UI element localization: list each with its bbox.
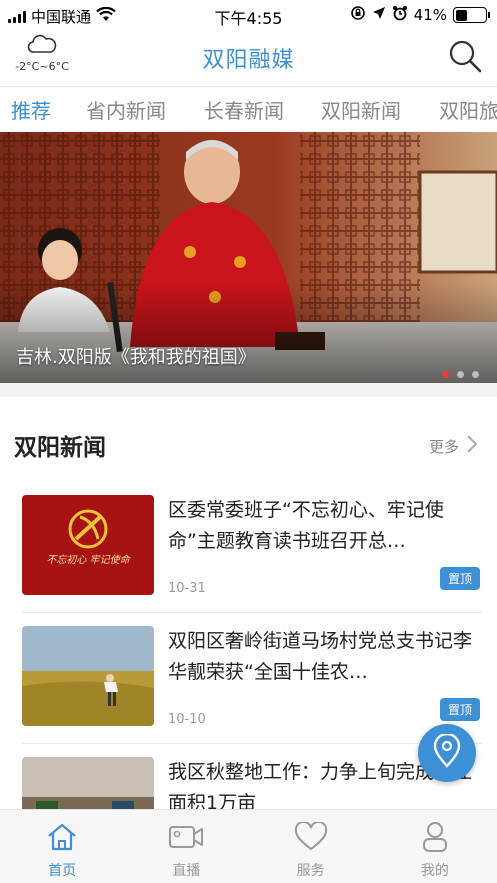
news-title: 双阳区奢岭街道马场村党总支书记李华靓荣获“全国十佳农… — [168, 630, 473, 683]
tab-recommended[interactable]: 推荐 — [11, 95, 51, 124]
news-item[interactable]: 不忘初心 牢记使命 区委常委班子“不忘初心、牢记使命”主题教育读书班召开总… 1… — [22, 495, 482, 613]
tab-shuangyang-travel[interactable]: 双阳旅 — [439, 95, 497, 124]
nav-label: 首页 — [48, 863, 77, 879]
divider — [22, 612, 482, 613]
news-title: 区委常委班子“不忘初心、牢记使命”主题教育读书班召开总… — [168, 499, 444, 552]
search-icon — [447, 40, 483, 78]
carousel-dots — [442, 371, 479, 378]
nav-profile[interactable]: 我的 — [373, 810, 497, 883]
pinned-badge: 置顶 — [439, 567, 480, 590]
battery-level — [455, 9, 468, 21]
battery-icon — [453, 7, 490, 23]
pinned-badge: 置顶 — [439, 698, 480, 721]
heart-icon — [249, 820, 373, 854]
divider — [22, 743, 482, 744]
tab-province-news[interactable]: 省内新闻 — [86, 95, 166, 124]
nav-label: 直播 — [172, 863, 201, 879]
app-title: 双阳融媒 — [202, 48, 295, 73]
news-date: 10-31 — [168, 581, 206, 596]
battery-percent: 41% — [413, 6, 447, 24]
news-thumbnail: 不忘初心 牢记使命 — [22, 495, 154, 595]
search-button[interactable] — [447, 38, 483, 74]
more-label: 更多 — [428, 437, 459, 456]
carousel-dot[interactable] — [457, 371, 464, 378]
location-pin-icon — [432, 732, 462, 772]
location-arrow-icon — [372, 6, 386, 24]
carousel-dot[interactable] — [472, 371, 479, 378]
thumbnail-slogan: 不忘初心 牢记使命 — [46, 555, 130, 566]
nav-home[interactable]: 首页 — [0, 810, 124, 883]
carousel-dot[interactable] — [442, 371, 449, 378]
tab-changchun-news[interactable]: 长春新闻 — [204, 95, 284, 124]
nav-label: 服务 — [296, 863, 325, 879]
banner-caption: 吉林.双阳版《我和我的祖国》 — [16, 347, 256, 368]
category-tabs: 推荐 省内新闻 长春新闻 双阳新闻 双阳旅 — [0, 86, 497, 132]
video-camera-icon — [124, 820, 248, 854]
status-bar: 中国联通 下午4:55 41% — [0, 0, 497, 30]
more-link[interactable]: 更多 — [428, 435, 478, 457]
section-title: 双阳新闻 — [14, 435, 106, 461]
alarm-icon — [392, 5, 408, 25]
nav-service[interactable]: 服务 — [249, 810, 373, 883]
rotation-lock-icon — [350, 5, 366, 25]
home-icon — [0, 820, 124, 854]
section-divider — [0, 383, 497, 397]
bottom-nav: 首页 直播 服务 我的 — [0, 809, 497, 883]
news-date: 10-10 — [168, 712, 206, 727]
location-button[interactable] — [418, 724, 476, 782]
user-icon — [373, 820, 497, 854]
nav-label: 我的 — [420, 863, 449, 879]
app-header: -2°C~6°C 双阳融媒 — [0, 30, 497, 86]
news-item[interactable]: 双阳区奢岭街道马场村党总支书记李华靓荣获“全国十佳农… 10-10 置顶 — [22, 626, 482, 744]
tab-shuangyang-news[interactable]: 双阳新闻 — [321, 95, 401, 124]
banner-carousel[interactable]: 吉林.双阳版《我和我的祖国》 — [0, 132, 497, 383]
chevron-right-icon — [467, 435, 478, 457]
news-thumbnail — [22, 626, 154, 726]
nav-live[interactable]: 直播 — [124, 810, 248, 883]
